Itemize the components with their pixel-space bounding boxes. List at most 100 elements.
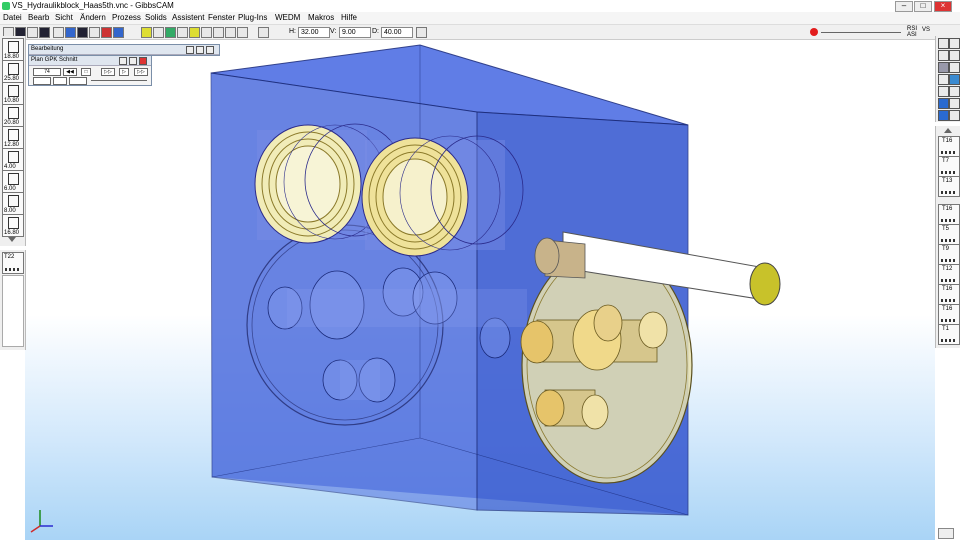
flag-icon[interactable] <box>177 27 188 38</box>
op-tool-slot[interactable]: T16 <box>938 136 960 157</box>
step-icon[interactable]: ▷▷ <box>101 68 115 76</box>
arc-icon[interactable] <box>949 62 960 73</box>
op-tool-slot[interactable]: T9 <box>938 244 960 265</box>
workgroup-icon[interactable] <box>258 27 269 38</box>
maximize-icon[interactable]: □ <box>914 1 932 12</box>
machine-icon[interactable] <box>213 27 224 38</box>
options-icon[interactable] <box>237 27 248 38</box>
skip-forward-icon[interactable]: ▷▷ <box>134 68 148 76</box>
render-mode-icon[interactable] <box>153 27 164 38</box>
stock-icon[interactable] <box>189 27 200 38</box>
viewport[interactable] <box>25 40 935 540</box>
shaded-view-icon[interactable] <box>938 98 949 109</box>
tool-slot[interactable]: 16.80 <box>2 214 24 237</box>
surface-icon[interactable] <box>949 74 960 85</box>
menu-hilfe[interactable]: Hilfe <box>341 13 357 22</box>
operation-slot[interactable]: T22 <box>2 252 24 274</box>
skip-back-icon[interactable]: ◀◀ <box>63 68 77 76</box>
op-tool-slot[interactable]: T5 <box>938 224 960 245</box>
op-tool-slot[interactable]: T7 <box>938 156 960 177</box>
tool-shape-icon <box>8 129 19 141</box>
tool-slot[interactable]: 12.80 <box>2 126 24 149</box>
stop-icon[interactable] <box>810 28 818 36</box>
menu-plugins[interactable]: Plug-Ins <box>238 13 267 22</box>
tool-view-icon[interactable] <box>33 77 51 85</box>
menu-makros[interactable]: Makros <box>308 13 334 22</box>
resize-grip-icon[interactable] <box>938 528 954 539</box>
menu-fenster[interactable]: Fenster <box>208 13 235 22</box>
tool-slot[interactable]: 25.80 <box>2 60 24 83</box>
select-icon[interactable] <box>938 50 949 61</box>
tool-slot[interactable]: 18.80 <box>2 38 24 61</box>
toolpath-icon[interactable] <box>141 27 152 38</box>
stop-square-icon[interactable]: □ <box>81 68 91 76</box>
speed-slider[interactable] <box>91 80 147 81</box>
menu-solids[interactable]: Solids <box>145 13 167 22</box>
tool-shape-icon <box>8 151 19 163</box>
edit-icon[interactable] <box>938 62 949 73</box>
d-label: D: <box>372 28 379 35</box>
palette-restore-icon[interactable] <box>196 46 204 54</box>
operation-list-panel: T22 <box>0 250 26 350</box>
menu-assistent[interactable]: Assistent <box>172 13 204 22</box>
menu-prozess[interactable]: Prozess <box>112 13 141 22</box>
lathe-tool-icon[interactable] <box>27 27 38 38</box>
solid-icon[interactable] <box>65 27 76 38</box>
stock-view-icon[interactable] <box>69 77 87 85</box>
op-tool-slot[interactable]: T16 <box>938 284 960 305</box>
palette-close-icon[interactable] <box>206 46 214 54</box>
v-field[interactable]: 9.00 <box>339 27 371 38</box>
d-field[interactable]: 40.00 <box>381 27 413 38</box>
h-field[interactable]: 32.00 <box>298 27 330 38</box>
copy-icon[interactable] <box>949 38 960 49</box>
ops-icon[interactable] <box>113 27 124 38</box>
menu-wedm[interactable]: WEDM <box>275 13 300 22</box>
render-icon[interactable] <box>89 27 100 38</box>
scroll-up-icon[interactable] <box>944 128 952 133</box>
menu-bearb[interactable]: Bearb <box>28 13 49 22</box>
render-view-icon[interactable] <box>938 110 949 121</box>
part-view-icon[interactable] <box>39 27 50 38</box>
plan-value-field[interactable]: 74 <box>33 68 61 76</box>
hidden-view-icon[interactable] <box>949 110 960 121</box>
palette-minimize-icon[interactable] <box>186 46 194 54</box>
op-tool-slot[interactable]: T16 <box>938 204 960 225</box>
tool-shape-icon <box>8 195 19 207</box>
cube-icon[interactable] <box>938 86 949 97</box>
clear-coords-icon[interactable] <box>416 27 427 38</box>
menu-aendern[interactable]: Ändern <box>80 13 106 22</box>
minimize-icon[interactable]: – <box>895 1 913 12</box>
scroll-down-icon[interactable] <box>8 237 16 242</box>
close-icon[interactable]: × <box>934 1 952 12</box>
holder-view-icon[interactable] <box>53 77 67 85</box>
color-icon[interactable] <box>101 27 112 38</box>
op-tool-slot[interactable]: T16 <box>938 304 960 325</box>
menu-sicht[interactable]: Sicht <box>55 13 73 22</box>
line-icon[interactable] <box>949 50 960 61</box>
plan-restore-icon[interactable] <box>129 57 137 65</box>
tool-slot[interactable]: 6.00 <box>2 170 24 193</box>
op-tool-slot[interactable]: T12 <box>938 264 960 285</box>
op-tool-slot[interactable]: T13 <box>938 176 960 197</box>
coord-icon[interactable] <box>201 27 212 38</box>
op-tool-slot[interactable]: T1 <box>938 324 960 345</box>
tool-slot[interactable]: 20.80 <box>2 104 24 127</box>
tool-slot[interactable]: 10.80 <box>2 82 24 105</box>
new-doc-icon[interactable] <box>938 38 949 49</box>
plan-minimize-icon[interactable] <box>119 57 127 65</box>
circle-icon[interactable] <box>938 74 949 85</box>
cylinder-icon[interactable] <box>949 86 960 97</box>
tool-shape-icon <box>8 107 19 119</box>
menu-datei[interactable]: Datei <box>3 13 22 22</box>
play-icon[interactable]: ▷ <box>119 68 129 76</box>
bearbeitung-title: Bearbeitung <box>31 46 64 52</box>
tool-slot[interactable]: 8.00 <box>2 192 24 215</box>
shade-icon[interactable] <box>77 27 88 38</box>
plan-close-icon[interactable] <box>139 57 147 65</box>
toolbar: H: 32.00 V: 9.00 D: 40.00 RSI ASI VS <box>0 25 960 40</box>
wire-view-icon[interactable] <box>949 98 960 109</box>
geometry-icon[interactable] <box>53 27 64 38</box>
process-icon[interactable] <box>225 27 236 38</box>
cut-part-icon[interactable] <box>165 27 176 38</box>
tool-slot[interactable]: 4.00 <box>2 148 24 171</box>
